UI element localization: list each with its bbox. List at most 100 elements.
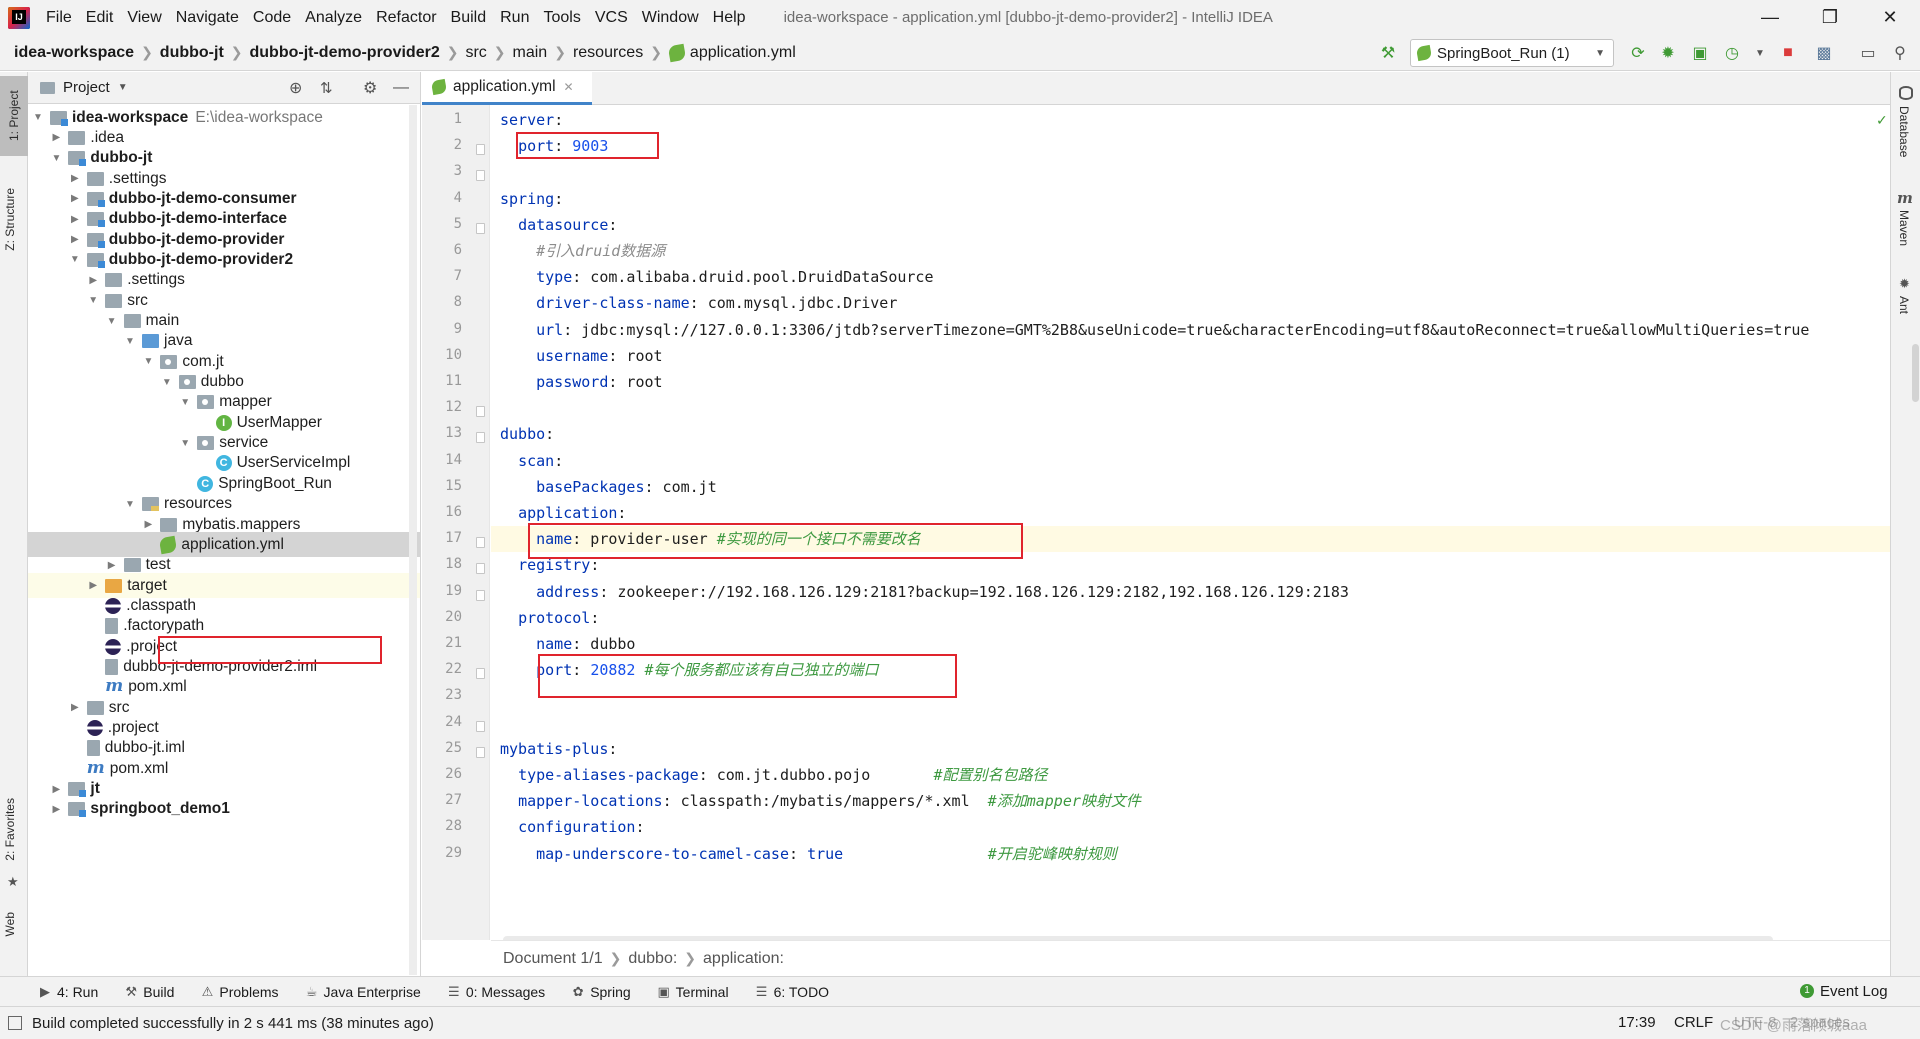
close-window-icon[interactable]: ✕ — [1860, 0, 1920, 35]
crumb-workspace[interactable]: idea-workspace — [14, 44, 134, 62]
line-number[interactable]: 6 — [422, 242, 462, 258]
fold-marker-icon[interactable] — [476, 720, 485, 732]
hide-panel-icon[interactable]: — — [393, 79, 409, 97]
close-tab-icon[interactable]: ✕ — [564, 80, 574, 94]
chevron-right-icon[interactable]: ▶ — [142, 519, 154, 530]
editor-crumb-application[interactable]: application: — [703, 950, 784, 968]
code-line[interactable]: protocol: — [500, 605, 599, 631]
code-line[interactable]: address: zookeeper://192.168.126.129:218… — [500, 579, 1349, 605]
menu-window[interactable]: Window — [642, 9, 699, 27]
fold-marker-icon[interactable] — [476, 432, 485, 444]
fold-marker-icon[interactable] — [476, 746, 485, 758]
code-line[interactable]: url: jdbc:mysql://127.0.0.1:3306/jtdb?se… — [500, 317, 1809, 343]
line-number[interactable]: 23 — [422, 687, 462, 703]
tab-favorites[interactable]: 2: Favorites — [3, 798, 17, 861]
code-line[interactable]: scan: — [500, 448, 563, 474]
search-icon[interactable]: ⚲ — [1890, 43, 1910, 63]
tool-button[interactable]: ✿ Spring — [571, 984, 631, 1000]
profile-dropdown-icon[interactable]: ▼ — [1750, 43, 1770, 63]
debug-icon[interactable]: ✹ — [1658, 43, 1678, 63]
tool-button[interactable]: ⚒ Build — [124, 984, 174, 1000]
line-number[interactable]: 1 — [422, 111, 462, 127]
menu-refactor[interactable]: Refactor — [376, 9, 436, 27]
tab-maven[interactable]: Maven — [1897, 210, 1911, 246]
line-number[interactable]: 27 — [422, 792, 462, 808]
chevron-down-icon[interactable]: ▼ — [161, 377, 173, 388]
layout-icon[interactable]: ▭ — [1858, 43, 1878, 63]
code-line[interactable]: #引入druid数据源 — [500, 238, 665, 264]
code-line[interactable]: basePackages: com.jt — [500, 474, 717, 500]
fold-marker-icon[interactable] — [476, 589, 485, 601]
line-number[interactable]: 8 — [422, 294, 462, 310]
chevron-right-icon[interactable]: ▶ — [87, 580, 99, 591]
code-line[interactable]: password: root — [500, 369, 662, 395]
line-number[interactable]: 5 — [422, 216, 462, 232]
tool-button[interactable]: ☕ Java Enterprise — [305, 984, 421, 1000]
code-line[interactable]: type: com.alibaba.druid.pool.DruidDataSo… — [500, 264, 933, 290]
line-separator[interactable]: CRLF — [1674, 1006, 1713, 1039]
menu-vcs[interactable]: VCS — [595, 9, 628, 27]
code-line[interactable]: datasource: — [500, 212, 617, 238]
menu-navigate[interactable]: Navigate — [176, 9, 239, 27]
line-number[interactable]: 16 — [422, 504, 462, 520]
run-config-select[interactable]: SpringBoot_Run (1) ▼ — [1410, 39, 1614, 67]
line-number[interactable]: 14 — [422, 452, 462, 468]
chevron-right-icon[interactable]: ▶ — [69, 173, 81, 184]
minimize-icon[interactable]: — — [1740, 0, 1800, 35]
fold-marker-icon[interactable] — [476, 537, 485, 549]
menu-build[interactable]: Build — [451, 9, 487, 27]
profile-icon[interactable]: ◷ — [1722, 43, 1742, 63]
menu-edit[interactable]: Edit — [86, 9, 114, 27]
chevron-right-icon[interactable]: ▶ — [87, 275, 99, 286]
editor-crumb-dubbo[interactable]: dubbo: — [628, 950, 677, 968]
line-number[interactable]: 18 — [422, 556, 462, 572]
chevron-right-icon[interactable]: ▶ — [50, 804, 62, 815]
stop-icon[interactable]: ■ — [1778, 43, 1798, 63]
fold-marker-icon[interactable] — [476, 563, 485, 575]
code-line[interactable]: server: — [500, 107, 563, 133]
tool-button[interactable]: ▣ Terminal — [657, 984, 729, 1000]
locate-icon[interactable]: ⊕ — [289, 78, 302, 98]
chevron-right-icon[interactable]: ▶ — [50, 784, 62, 795]
line-number[interactable]: 25 — [422, 740, 462, 756]
menu-run[interactable]: Run — [500, 9, 529, 27]
tab-web[interactable]: Web — [3, 912, 17, 936]
tab-ant[interactable]: Ant — [1897, 296, 1911, 314]
chevron-down-icon[interactable]: ▼ — [124, 336, 136, 347]
chevron-right-icon[interactable]: ▶ — [69, 702, 81, 713]
chevron-down-icon[interactable]: ▼ — [179, 438, 191, 449]
chevron-down-icon[interactable]: ▼ — [50, 153, 62, 164]
tree-scrollbar[interactable] — [409, 105, 417, 975]
code-line[interactable]: spring: — [500, 186, 563, 212]
line-number[interactable]: 29 — [422, 845, 462, 861]
editor-scrollbar[interactable] — [1912, 344, 1919, 402]
line-number[interactable]: 12 — [422, 399, 462, 415]
line-number[interactable]: 9 — [422, 321, 462, 337]
project-panel-title[interactable]: Project — [63, 79, 110, 96]
crumb-resources[interactable]: resources — [573, 44, 643, 62]
fold-marker-icon[interactable] — [476, 170, 485, 182]
menu-tools[interactable]: Tools — [543, 9, 580, 27]
line-number[interactable]: 22 — [422, 661, 462, 677]
tool-button[interactable]: ☰ 6: TODO — [755, 984, 829, 1000]
rerun-icon[interactable]: ⟳ — [1628, 43, 1648, 63]
chevron-right-icon[interactable]: ▶ — [69, 193, 81, 204]
chevron-right-icon[interactable]: ▶ — [106, 560, 118, 571]
chevron-down-icon[interactable]: ▼ — [106, 316, 118, 327]
menu-help[interactable]: Help — [713, 9, 746, 27]
fold-marker-icon[interactable] — [476, 222, 485, 234]
chevron-right-icon[interactable]: ▶ — [50, 132, 62, 143]
line-number[interactable]: 24 — [422, 714, 462, 730]
line-number[interactable]: 4 — [422, 190, 462, 206]
code-line[interactable]: map-underscore-to-camel-case: true #开启驼峰… — [500, 841, 1117, 867]
code-line[interactable]: username: root — [500, 343, 662, 369]
tree-item[interactable]: ▶ springboot_demo1 — [28, 797, 420, 822]
tab-structure[interactable]: Z: Structure — [3, 188, 17, 251]
tool-button[interactable]: ☰ 0: Messages — [447, 984, 545, 1000]
line-number[interactable]: 28 — [422, 818, 462, 834]
editor-crumb-document[interactable]: Document 1/1 — [503, 950, 603, 968]
menu-analyze[interactable]: Analyze — [305, 9, 362, 27]
code-line[interactable]: mybatis-plus: — [500, 736, 617, 762]
chevron-down-icon[interactable]: ▼ — [87, 295, 99, 306]
collapse-all-icon[interactable]: ⇅ — [320, 79, 333, 97]
